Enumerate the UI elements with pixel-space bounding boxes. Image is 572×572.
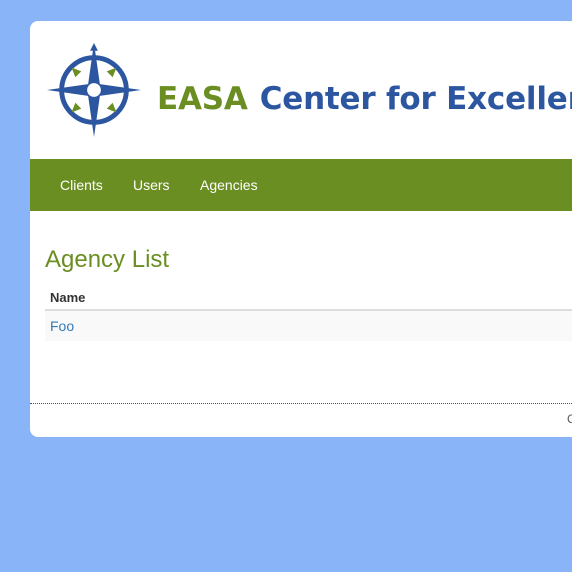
column-header-name: Name — [45, 285, 572, 311]
nav-item-agencies[interactable]: Agencies — [200, 159, 258, 211]
footer-divider — [30, 403, 572, 404]
site-header: EASA Center for Excellence — [30, 21, 572, 159]
agency-link[interactable]: Foo — [50, 318, 74, 334]
brand-name: Center for Excellence — [259, 81, 572, 117]
nav-item-clients[interactable]: Clients — [60, 159, 103, 211]
agency-table: Name Foo — [45, 285, 572, 341]
page-title: Agency List — [45, 246, 170, 273]
page-container: EASA Center for Excellence Clients Users … — [30, 21, 572, 437]
table-header-row: Name — [45, 285, 572, 311]
nav-item-users[interactable]: Users — [133, 159, 170, 211]
main-navigation: Clients Users Agencies — [30, 159, 572, 211]
site-title: EASA Center for Excellence — [157, 79, 572, 119]
table-row: Foo — [45, 310, 572, 341]
compass-logo-icon — [46, 42, 142, 138]
table-cell-name: Foo — [45, 310, 572, 341]
brand-abbreviation: EASA — [157, 81, 248, 117]
footer-text: C — [567, 412, 572, 426]
